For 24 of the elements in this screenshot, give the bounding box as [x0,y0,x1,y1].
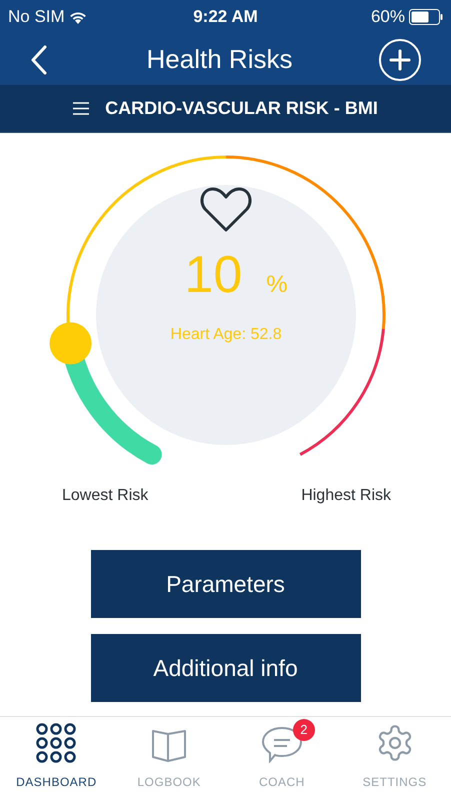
highest-risk-label: Highest Risk [301,486,391,506]
heart-icon [200,185,252,233]
risk-unit: % [266,270,288,300]
tab-bar-item[interactable]: DASHBOARD [0,717,113,800]
lowest-risk-label: Lowest Risk [62,486,148,506]
section-title: CARDIO-VASCULAR RISK - BMI [105,97,378,120]
battery-percent: 60% [370,6,405,28]
risk-value: 10 [184,249,242,301]
page-title: Health Risks [146,43,292,76]
action-button[interactable]: Parameters [90,550,360,618]
plus-icon [389,48,411,70]
notification-badge: 2 [292,719,315,741]
clock-time: 9:22 AM [193,6,258,28]
wifi-icon [68,10,87,24]
carrier-label: No SIM [8,6,65,28]
grid-icon [36,723,76,763]
heart-age: Heart Age: 52.8 [170,325,282,345]
book-icon [151,727,188,763]
chevron-left-icon [30,44,48,74]
battery-icon [409,9,443,25]
tab-bar-item[interactable]: 2 COACH [226,717,338,800]
action-button[interactable]: Additional info [90,634,360,702]
menu-icon[interactable] [73,102,90,115]
add-button[interactable] [379,38,421,80]
